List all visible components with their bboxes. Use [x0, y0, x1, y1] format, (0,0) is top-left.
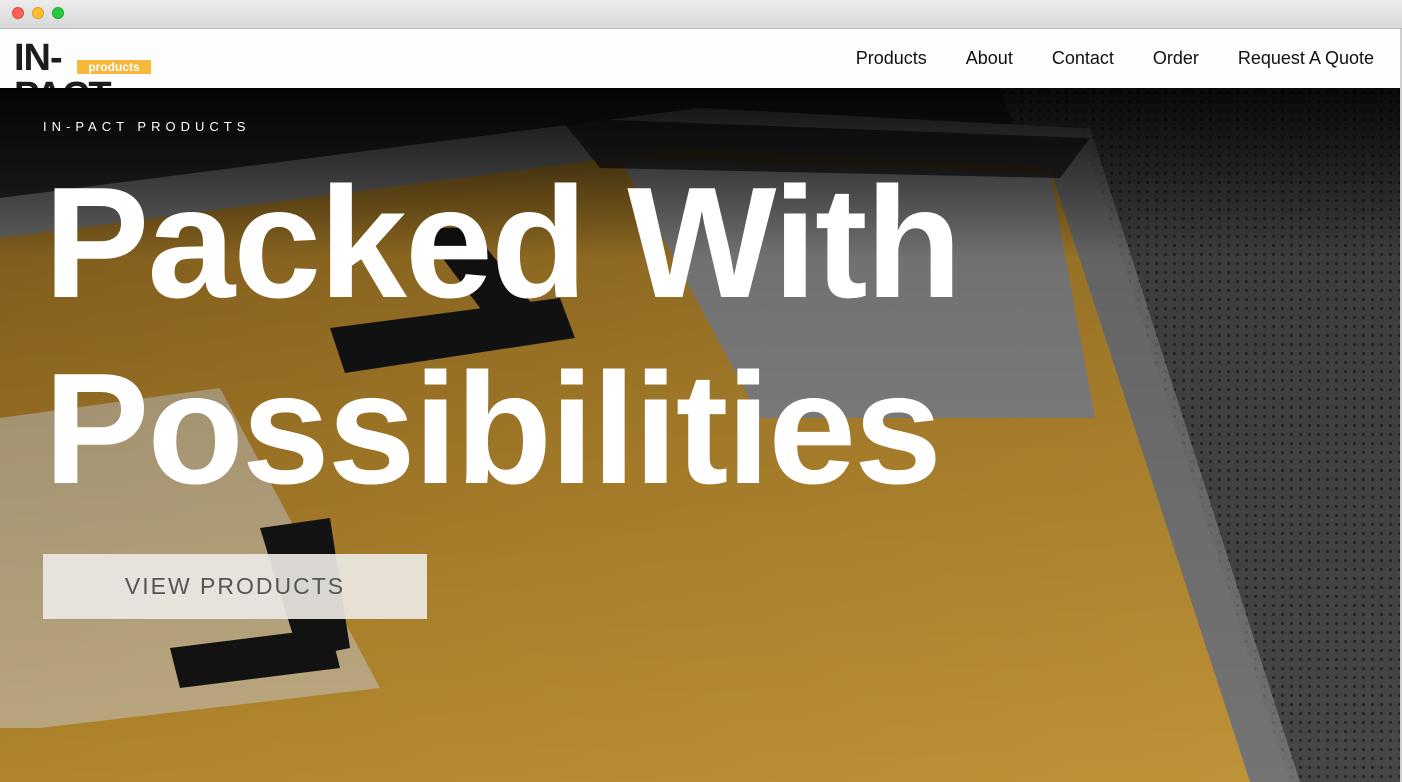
hero-eyebrow: IN-PACT PRODUCTS [43, 119, 251, 134]
zoom-window-button[interactable] [52, 7, 64, 19]
close-window-button[interactable] [12, 7, 24, 19]
nav-link-about[interactable]: About [966, 48, 1013, 69]
nav-link-contact[interactable]: Contact [1052, 48, 1114, 69]
browser-window: IN-PACT products Products About Contact … [0, 0, 1402, 782]
window-titlebar [0, 0, 1402, 29]
nav-link-products[interactable]: Products [856, 48, 927, 69]
hero-headline-line-2: Possibilities [44, 341, 942, 517]
main-nav: Products About Contact Order Request A Q… [817, 29, 1374, 88]
logo-subtitle: products [77, 60, 151, 74]
nav-link-request-quote[interactable]: Request A Quote [1238, 48, 1374, 69]
view-products-button[interactable]: VIEW PRODUCTS [43, 554, 427, 619]
hero-headline-line-1: Packed With [44, 155, 962, 331]
nav-link-order[interactable]: Order [1153, 48, 1199, 69]
logo[interactable]: IN-PACT products [14, 39, 154, 115]
minimize-window-button[interactable] [32, 7, 44, 19]
hero-section: IN-PACT PRODUCTS Packed With Possibiliti… [0, 88, 1402, 782]
hero-headline: Packed With Possibilities [44, 150, 962, 522]
site-header: IN-PACT products Products About Contact … [0, 29, 1402, 115]
